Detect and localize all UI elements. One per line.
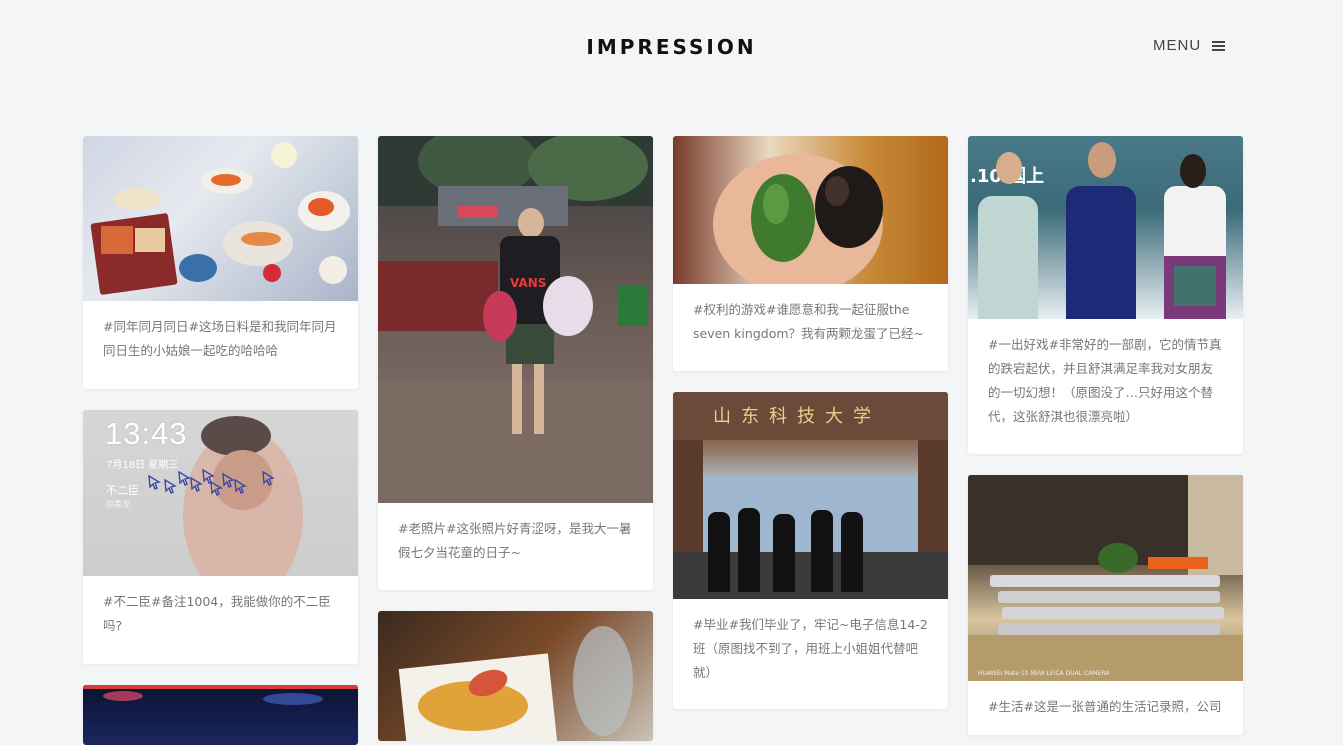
menu-button[interactable]: MENU xyxy=(1153,37,1226,54)
post-card[interactable]: #权利的游戏#谁愿意和我一起征服the seven kingdom？我有两颗龙蛋… xyxy=(673,136,948,371)
post-caption: #老照片#这张照片好青涩呀，是我大一暑假七夕当花童的日子~ xyxy=(398,521,632,560)
post-photo[interactable] xyxy=(83,685,358,745)
lock-artist: 徐秉龙 xyxy=(106,500,130,509)
post-photo[interactable] xyxy=(378,611,653,741)
post-caption: #权利的游戏#谁愿意和我一起征服the seven kingdom？我有两颗龙蛋… xyxy=(693,302,924,341)
post-caption: #同年同月同日#这场日料是和我同年同月同日生的小姑娘一起吃的哈哈哈 xyxy=(103,319,337,358)
post-caption: #不二臣#备注1004，我能做你的不二臣吗? xyxy=(103,594,331,633)
post-caption: #毕业#我们毕业了，牢记~电子信息14-2班（原图找不到了，用班上小姐姐代替吧就… xyxy=(693,617,928,680)
post-card[interactable]: HUAWEI Mate 10 NEW LEICA DUAL CAMERA #生活… xyxy=(968,475,1243,735)
menu-label: MENU xyxy=(1153,37,1202,54)
hamburger-icon xyxy=(1212,40,1226,51)
post-caption: #一出好戏#非常好的一部剧，它的情节真的跌宕起伏，并且舒淇满足率我对女朋友的一切… xyxy=(988,337,1222,424)
post-card[interactable]: 山东科技大学 #毕业#我们毕业了，牢记~电子信息14-2班（原图找不到了，用班上… xyxy=(673,392,948,709)
post-photo[interactable] xyxy=(83,136,358,301)
post-photo[interactable] xyxy=(673,136,948,284)
shirt-text: VANS xyxy=(510,276,547,290)
post-photo[interactable]: 13:43 7月18日 星期三 不二臣 徐秉龙 xyxy=(83,410,358,576)
site-header: IMPRESSION MENU xyxy=(0,0,1343,95)
post-photo[interactable]: VANS xyxy=(378,136,653,503)
post-caption: #生活#这是一张普通的生活记录照，公司 xyxy=(988,699,1222,714)
post-card[interactable]: 13:43 7月18日 星期三 不二臣 徐秉龙 #不二臣#备注1004，我能做你… xyxy=(83,410,358,664)
post-photo[interactable]: .10 国上 xyxy=(968,136,1243,319)
post-photo[interactable]: HUAWEI Mate 10 NEW LEICA DUAL CAMERA xyxy=(968,475,1243,681)
post-card[interactable]: VANS #老照片#这张照片好青涩呀，是我大一暑假七夕当花童的日子~ xyxy=(378,136,653,590)
post-card[interactable]: #同年同月同日#这场日料是和我同年同月同日生的小姑娘一起吃的哈哈哈 xyxy=(83,136,358,389)
post-card[interactable]: .10 国上 #一出好戏#非常好的一部剧，它的情节真的跌宕起伏，并且舒淇满足率我… xyxy=(968,136,1243,454)
post-card[interactable] xyxy=(378,611,653,741)
lock-time: 13:43 xyxy=(105,416,188,451)
post-card[interactable] xyxy=(83,685,358,745)
site-title[interactable]: IMPRESSION xyxy=(0,35,1343,59)
cursor-pattern-icon xyxy=(148,468,275,496)
gate-sign: 山东科技大学 xyxy=(713,406,881,427)
camera-watermark: HUAWEI Mate 10 NEW LEICA DUAL CAMERA xyxy=(978,670,1110,677)
lock-song: 不二臣 xyxy=(106,484,139,497)
post-photo[interactable]: 山东科技大学 xyxy=(673,392,948,599)
